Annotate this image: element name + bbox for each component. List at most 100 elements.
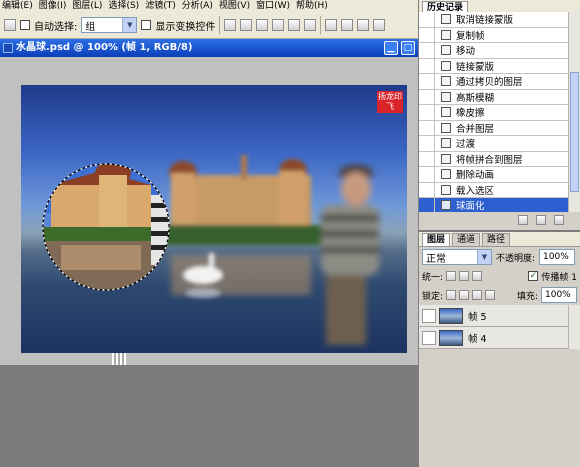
layer-row[interactable]: 帧 4 (419, 327, 580, 349)
history-item[interactable]: 通过拷贝的图层 (419, 74, 580, 90)
history-item[interactable]: 载入选区 (419, 182, 580, 198)
new-snapshot-icon[interactable] (536, 214, 546, 225)
history-item[interactable]: 将帧拼合到图层 (419, 151, 580, 167)
align-hcenter-icon[interactable] (288, 19, 301, 31)
opacity-input[interactable]: 100% (539, 249, 576, 265)
menu-window[interactable]: 窗口(W) (256, 0, 290, 12)
eraser-icon (441, 107, 451, 118)
menu-help[interactable]: 帮助(H) (296, 0, 328, 12)
visibility-toggle[interactable] (422, 330, 436, 345)
history-item[interactable]: 取消链接蒙版 (419, 12, 580, 28)
auto-select-dropdown[interactable]: 组 ▼ (81, 17, 138, 33)
menu-image[interactable]: 图像(I) (39, 0, 67, 12)
menu-layer[interactable]: 图层(L) (72, 0, 102, 12)
document-title: 水晶球.psd @ 100% (帧 1, RGB/8) (16, 42, 193, 53)
history-step-icon (441, 76, 451, 87)
divider (320, 16, 322, 34)
lock-position-icon[interactable] (472, 290, 483, 300)
menu-view[interactable]: 视图(V) (219, 0, 250, 12)
align-vcenter-icon[interactable] (240, 19, 253, 31)
fill-value: 100% (545, 290, 571, 300)
maximize-button[interactable]: □ (401, 41, 415, 55)
tab-channels[interactable]: 通道 (452, 233, 481, 246)
photoshop-doc-icon (3, 43, 13, 53)
distribute-left-icon[interactable] (373, 19, 386, 31)
layers-list: 帧 5 帧 4 (419, 305, 580, 349)
propagate-label: 传播帧 1 (541, 272, 577, 283)
minimize-button[interactable]: ▁ (384, 41, 398, 55)
canvas-image (42, 155, 379, 345)
history-item[interactable]: 合并图层 (419, 120, 580, 136)
history-panel: 历史记录 取消链接蒙版 复制帧 移动 链接蒙版 通过拷贝的图层 高斯模糊 橡皮擦… (418, 0, 580, 230)
new-document-icon[interactable] (518, 214, 528, 225)
propagate-frame-checkbox[interactable] (528, 271, 539, 281)
history-step-icon (441, 60, 451, 71)
move-arrow-icon (441, 45, 451, 56)
tab-paths[interactable]: 路径 (482, 233, 511, 246)
lock-label: 锁定: (422, 291, 444, 302)
document-title-bar[interactable]: 水晶球.psd @ 100% (帧 1, RGB/8) ▁ □ (0, 39, 418, 57)
fill-label: 填充: (516, 291, 538, 302)
unify-style-icon[interactable] (472, 271, 483, 281)
chevron-down-icon: ▼ (122, 18, 137, 32)
history-item[interactable]: 高斯模糊 (419, 89, 580, 105)
unify-label: 统一: (422, 272, 444, 283)
layers-tabs: 图层 通道 路径 (419, 232, 580, 247)
move-tool-icon[interactable] (4, 19, 16, 31)
history-item[interactable]: 复制帧 (419, 27, 580, 43)
history-step-icon (441, 14, 451, 25)
visibility-toggle[interactable] (422, 308, 436, 323)
history-item[interactable]: 删除动画 (419, 167, 580, 183)
chevron-down-icon: ▼ (477, 250, 491, 264)
lock-all-icon[interactable] (485, 290, 496, 300)
history-step-icon (441, 184, 451, 195)
distribute-vcenter-icon[interactable] (341, 19, 354, 31)
layer-name: 帧 4 (468, 333, 487, 345)
history-item[interactable]: 链接蒙版 (419, 58, 580, 74)
blend-row: 正常 ▼ 不透明度: 100% (419, 247, 580, 267)
menu-filter[interactable]: 滤镜(T) (145, 0, 176, 12)
layer-name: 帧 5 (468, 311, 487, 323)
layer-thumbnail (439, 307, 463, 324)
show-transform-label: 显示变换控件 (155, 21, 216, 33)
layers-panel: 图层 通道 路径 正常 ▼ 不透明度: 100% 统一: 传播帧 1 锁定: 填… (418, 232, 580, 467)
blurred-person (321, 165, 379, 345)
options-bar: 自动选择: 组 ▼ 显示变换控件 (0, 12, 418, 39)
history-step-icon (441, 153, 451, 164)
show-transform-checkbox[interactable] (141, 20, 152, 30)
fill-input[interactable]: 100% (541, 287, 577, 303)
history-step-icon (441, 122, 451, 133)
distribute-top-icon[interactable] (325, 19, 338, 31)
blend-mode-value: 正常 (426, 253, 446, 265)
distribute-bottom-icon[interactable] (357, 19, 370, 31)
align-right-icon[interactable] (304, 19, 317, 31)
history-item[interactable]: 移动 (419, 43, 580, 59)
trash-icon[interactable] (554, 214, 564, 225)
menu-bar: 编辑(E) 图像(I) 图层(L) 选择(S) 滤镜(T) 分析(A) 视图(V… (0, 0, 418, 12)
menu-analysis[interactable]: 分析(A) (182, 0, 213, 12)
lock-pixels-icon[interactable] (459, 290, 470, 300)
history-list: 取消链接蒙版 复制帧 移动 链接蒙版 通过拷贝的图层 高斯模糊 橡皮擦 合并图层… (419, 12, 580, 212)
stamp-text: 扬龙印飞 (378, 92, 402, 111)
scroll-thumb[interactable] (570, 72, 579, 192)
tab-layers[interactable]: 图层 (422, 233, 451, 246)
align-left-icon[interactable] (272, 19, 285, 31)
history-item-selected[interactable]: 球面化 (419, 198, 580, 212)
layer-row[interactable]: 帧 5 (419, 305, 580, 327)
auto-select-checkbox[interactable] (20, 20, 30, 30)
unify-position-icon[interactable] (446, 271, 457, 281)
cursor-marker (112, 353, 126, 365)
document-canvas[interactable]: 扬龙印飞 (21, 85, 407, 353)
menu-select[interactable]: 选择(S) (108, 0, 139, 12)
history-item[interactable]: 过渡 (419, 136, 580, 152)
menu-edit[interactable]: 编辑(E) (2, 0, 33, 12)
lock-transparency-icon[interactable] (446, 290, 457, 300)
history-item[interactable]: 橡皮擦 (419, 105, 580, 121)
unify-visibility-icon[interactable] (459, 271, 470, 281)
layers-scrollbar[interactable] (568, 305, 580, 349)
history-step-icon (441, 138, 451, 149)
align-top-icon[interactable] (224, 19, 237, 31)
blend-mode-dropdown[interactable]: 正常 ▼ (422, 249, 492, 265)
align-bottom-icon[interactable] (256, 19, 269, 31)
history-scrollbar[interactable] (568, 12, 580, 212)
